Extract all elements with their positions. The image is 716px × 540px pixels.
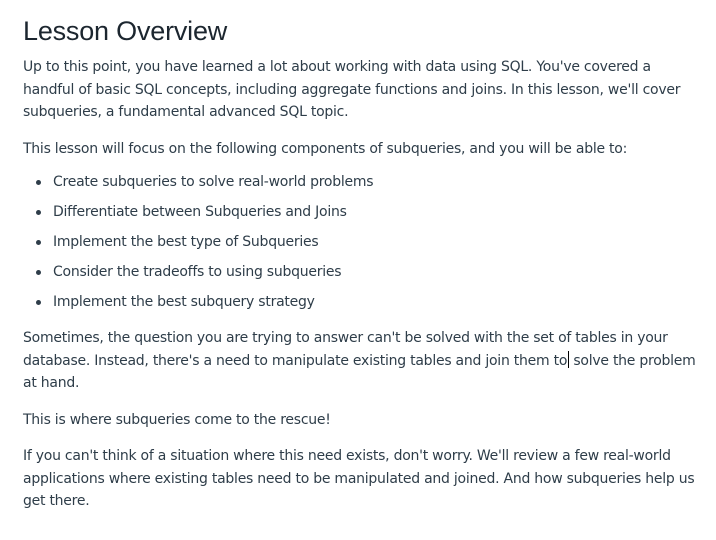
list-item-text: Consider the tradeoffs to using subqueri… bbox=[53, 264, 342, 280]
focus-paragraph: This lesson will focus on the following … bbox=[23, 140, 628, 157]
components-list: Create subqueries to solve real-world pr… bbox=[23, 171, 703, 321]
list-item-text: Differentiate between Subqueries and Joi… bbox=[53, 204, 347, 220]
bullet-icon bbox=[36, 180, 41, 185]
list-item: Consider the tradeoffs to using subqueri… bbox=[36, 261, 703, 291]
bullet-icon bbox=[36, 300, 41, 305]
page-title: Lesson Overview bbox=[23, 16, 228, 46]
bullet-icon bbox=[36, 240, 41, 245]
bullet-icon bbox=[36, 210, 41, 215]
lesson-content: Lesson Overview Up to this point, you ha… bbox=[23, 0, 703, 513]
intro-paragraph: Up to this point, you have learned a lot… bbox=[23, 59, 681, 120]
problem-paragraph[interactable]: Sometimes, the question you are trying t… bbox=[23, 327, 703, 395]
rescue-paragraph: This is where subqueries come to the res… bbox=[23, 411, 331, 428]
list-item-text: Implement the best subquery strategy bbox=[53, 294, 315, 310]
list-item: Implement the best type of Subqueries bbox=[36, 231, 703, 261]
bullet-icon bbox=[36, 270, 41, 275]
list-item: Differentiate between Subqueries and Joi… bbox=[36, 201, 703, 231]
list-item-text: Create subqueries to solve real-world pr… bbox=[53, 174, 374, 190]
closing-paragraph: If you can't think of a situation where … bbox=[23, 448, 695, 509]
list-item: Create subqueries to solve real-world pr… bbox=[36, 171, 703, 201]
list-item-text: Implement the best type of Subqueries bbox=[53, 234, 319, 250]
list-item: Implement the best subquery strategy bbox=[36, 291, 703, 321]
